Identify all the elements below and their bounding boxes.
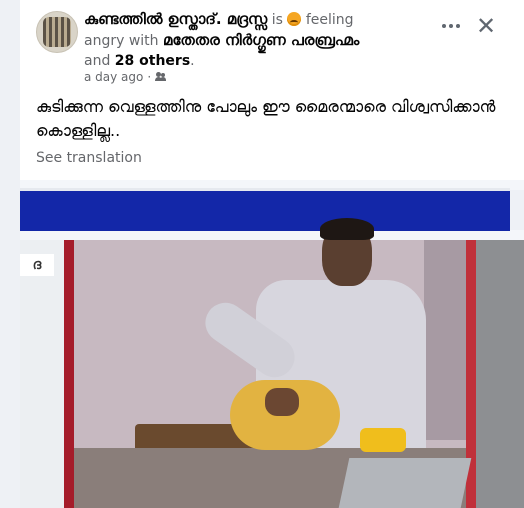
see-translation-link[interactable]: See translation	[36, 150, 142, 166]
feeling-text: feeling	[301, 12, 354, 28]
video-papers	[338, 458, 472, 508]
friends-icon[interactable]	[155, 72, 167, 82]
post-header: കുണ്ടത്തിൽ ഉസ്താദ്. മദ്രസ്സ is feeling a…	[84, 9, 444, 71]
more-options-button[interactable]	[440, 16, 462, 36]
post-meta: a day ago ·	[84, 70, 167, 84]
post-timestamp[interactable]: a day ago	[84, 70, 143, 84]
is-text: is	[267, 12, 288, 28]
author-avatar[interactable]	[36, 11, 78, 53]
close-icon[interactable]: ✕	[474, 14, 498, 38]
video-yellow-cup	[360, 428, 406, 452]
video-channel-label: ദ	[20, 254, 54, 276]
video-person-hand	[265, 388, 299, 416]
angry-with-text: angry with	[84, 33, 163, 49]
video-person-hair	[320, 218, 374, 240]
more-dot-icon	[449, 24, 453, 28]
post-body-text: കുടിക്കുന്ന വെള്ളത്തിനു പോലും ഈ മൈരന്മാര…	[36, 97, 496, 140]
video-left-panel	[20, 240, 64, 508]
video-banner-tab	[510, 190, 524, 230]
period-text: .	[190, 53, 195, 69]
avatar-image	[43, 17, 71, 47]
author-name[interactable]: കുണ്ടത്തിൽ ഉസ്താദ്. മദ്രസ്സ	[84, 10, 267, 28]
video-red-frame-left	[64, 240, 74, 508]
others-link[interactable]: 28 others	[115, 53, 190, 69]
video-right-panel	[476, 240, 524, 508]
more-dot-icon	[442, 24, 446, 28]
post-card: കുണ്ടത്തിൽ ഉസ്താദ്. മദ്രസ്സ is feeling a…	[20, 0, 524, 508]
meta-separator: ·	[147, 70, 152, 84]
and-text: and	[84, 53, 115, 69]
more-dot-icon	[456, 24, 460, 28]
tagged-person[interactable]: മതേതര നിർഗ്ഗുണ പരബ്രഹ്മം	[163, 31, 359, 49]
post-video[interactable]: ദ	[20, 180, 524, 508]
angry-face-emoji-icon	[287, 12, 302, 26]
video-blue-banner	[20, 188, 510, 231]
video-door-panel	[424, 240, 466, 440]
